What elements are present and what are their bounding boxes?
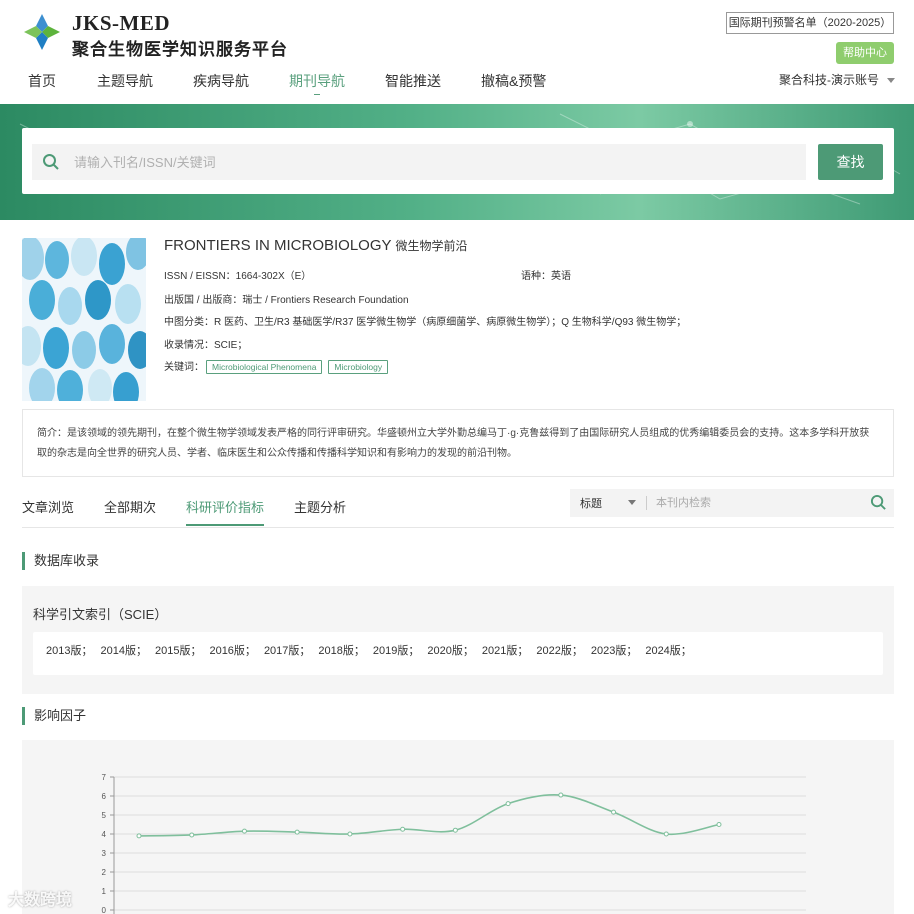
caret-down-icon [887, 78, 895, 84]
caret-down-icon[interactable] [628, 500, 636, 505]
y-tick-label: 2 [102, 868, 107, 877]
brand-subtitle: 聚合生物医学知识服务平台 [72, 40, 288, 59]
data-point[interactable] [716, 822, 722, 827]
search-input[interactable] [74, 144, 794, 180]
journal-title-en: FRONTIERS IN MICROBIOLOGY [164, 237, 392, 254]
nav-item-journal[interactable]: 期刊导航 [289, 71, 345, 93]
tabs-divider [22, 527, 894, 528]
nav-item-topic[interactable]: 主题导航 [97, 71, 153, 93]
main-nav: 首页 主题导航 疾病导航 期刊导航 智能推送 撤稿&预警 [28, 71, 586, 93]
jks-logo-icon[interactable] [22, 12, 62, 52]
search-button[interactable]: 查找 [818, 144, 883, 180]
edition-year: 2015版； [154, 645, 202, 657]
nav-item-push[interactable]: 智能推送 [385, 71, 441, 93]
data-point[interactable] [452, 827, 458, 833]
data-point[interactable] [663, 831, 669, 837]
edition-year: 2016版； [209, 645, 256, 657]
account-name: 聚合科技-演示账号 [779, 73, 879, 87]
keyword-tag[interactable]: Microbiological Phenomena [206, 360, 323, 374]
page: JKS-MED 聚合生物医学知识服务平台 国际期刊预警名单（2020-2025）… [0, 0, 914, 914]
edition-year: 2019版； [372, 645, 420, 657]
journal-intro: 简介：是该领域的领先期刊，在整个微生物学领域发表严格的同行评审研究。华盛顿州立大… [22, 409, 894, 477]
data-point[interactable] [136, 833, 142, 839]
publisher-info: 出版国 / 出版商：瑞士 / Frontiers Research Founda… [164, 295, 409, 306]
journal-title-cn: 微生物学前沿 [395, 239, 468, 253]
edition-year: 2021版； [481, 645, 529, 657]
nav-item-home[interactable]: 首页 [28, 71, 56, 93]
language-info: 语种：英语 [521, 271, 571, 282]
database-name: 科学引文索引（SCIE） [33, 607, 168, 622]
y-tick-label: 0 [102, 906, 107, 914]
data-point[interactable] [400, 826, 406, 832]
divider [646, 496, 647, 510]
edition-year: 2014版； [100, 645, 147, 657]
search-field [32, 144, 806, 180]
search-icon [43, 154, 59, 170]
data-point[interactable] [189, 832, 195, 838]
account-menu[interactable]: 聚合科技-演示账号 [779, 71, 895, 88]
in-journal-search: 标题 [570, 489, 894, 517]
keyword-tag[interactable]: Microbiology [328, 360, 389, 374]
field-select[interactable]: 标题 [580, 495, 602, 511]
keywords-row: 关键词： Microbiological Phenomena Microbiolog… [164, 358, 389, 374]
edition-year: 2013版； [46, 645, 93, 657]
data-point[interactable] [505, 801, 511, 807]
warning-list-link[interactable]: 国际期刊预警名单（2020-2025） [726, 12, 894, 34]
issn-info: ISSN / EISSN：1664-302X（E） [164, 271, 312, 282]
data-point[interactable] [241, 828, 247, 834]
keywords-label: 关键词： [164, 362, 204, 373]
edition-year: 2020版； [427, 645, 474, 657]
tab-articles[interactable]: 文章浏览 [22, 498, 74, 528]
classification-info: 中图分类：R 医药、卫生/R3 基础医学/R37 医学微生物学（病原细菌学、病原… [164, 317, 687, 328]
edition-years: 2013版； 2014版； 2015版； 2016版； 2017版； 2018版； 2019… [33, 632, 883, 675]
tab-topic-analysis[interactable]: 主题分析 [294, 498, 346, 528]
data-point[interactable] [558, 792, 564, 798]
edition-year: 2018版； [318, 645, 365, 657]
y-tick-label: 1 [102, 887, 107, 896]
edition-year: 2023版； [590, 645, 638, 657]
watermark: 大数跨境 [8, 892, 73, 909]
help-center-button[interactable]: 帮助中心 [836, 42, 894, 64]
edition-year: 2024版； [645, 645, 692, 657]
y-tick-label: 7 [102, 773, 107, 782]
data-point[interactable] [294, 829, 300, 835]
nav-item-retraction[interactable]: 撤稿&预警 [481, 71, 546, 93]
header: JKS-MED 聚合生物医学知识服务平台 国际期刊预警名单（2020-2025）… [0, 0, 914, 104]
data-point[interactable] [611, 809, 617, 815]
journal-cover-image[interactable] [22, 238, 146, 401]
y-tick-label: 5 [102, 811, 107, 820]
section-title-impact-factor: 影响因子 [22, 707, 86, 725]
nav-item-disease[interactable]: 疾病导航 [193, 71, 249, 93]
in-journal-search-input[interactable] [656, 489, 856, 517]
y-tick-label: 6 [102, 792, 107, 801]
y-tick-label: 3 [102, 849, 107, 858]
tab-metrics[interactable]: 科研评价指标 [186, 498, 265, 528]
edition-year: 2022版； [536, 645, 583, 657]
search-panel: 查找 [22, 128, 894, 194]
edition-year: 2017版； [263, 645, 311, 657]
data-point[interactable] [347, 831, 353, 837]
content-tabs: 文章浏览 全部期次 科研评价指标 主题分析 [22, 498, 376, 528]
database-panel: 科学引文索引（SCIE） 2013版； 2014版； 2015版； 2016版； 201… [22, 586, 894, 694]
tab-issues[interactable]: 全部期次 [104, 498, 156, 528]
impact-factor-chart-svg: 0 1 2 3 4 5 6 7 [102, 773, 806, 914]
impact-factor-chart: 0 1 2 3 4 5 6 7 [22, 740, 894, 914]
search-icon[interactable] [870, 494, 887, 511]
indexed-info: 收录情况：SCIE； [164, 340, 248, 351]
section-title-database: 数据库收录 [22, 552, 99, 570]
journal-title: FRONTIERS IN MICROBIOLOGY 微生物学前沿 [164, 237, 468, 254]
brand-name[interactable]: JKS-MED [72, 11, 170, 36]
y-tick-label: 4 [102, 830, 107, 839]
